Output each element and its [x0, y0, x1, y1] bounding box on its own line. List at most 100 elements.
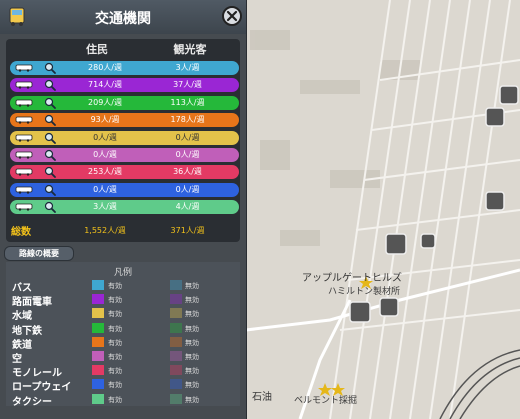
legend-active-text: 有効: [108, 353, 122, 361]
legend-item-label: 地下鉄: [12, 325, 42, 337]
transport-panel: 交通機関 住民 観光客 280人/週 3人/週 714人/週 37人/週 209人/週 1…: [0, 0, 247, 419]
legend-swatch-inactive: [170, 308, 182, 319]
transport-row-plane[interactable]: 0人/週 0人/週: [10, 148, 239, 162]
legend-inactive-text: 無効: [185, 353, 199, 361]
residents-value: 0人/週: [93, 132, 117, 142]
legend-item-label: タクシー: [12, 396, 52, 408]
legend-swatch-active: [92, 351, 104, 361]
legend-swatch-inactive: [170, 379, 182, 390]
total-tourists: 371人/週: [170, 226, 205, 235]
legend-inactive-text: 無効: [185, 310, 199, 319]
transport-row-metro[interactable]: 209人/週 113人/週: [10, 95, 239, 110]
transport-row-monorail[interactable]: 253人/週 36人/週: [10, 165, 239, 180]
transport-row-taxi[interactable]: 3人/週 4人/週: [10, 200, 239, 215]
transport-row-ship[interactable]: 0人/週 0人/週: [10, 130, 239, 145]
tourists-value: 178人/週: [170, 115, 205, 125]
monorail-icon: [15, 168, 33, 177]
residents-value: 3人/週: [93, 202, 117, 212]
residents-value: 714人/週: [88, 80, 122, 90]
legend-swatch-active: [92, 336, 104, 347]
legend-item-label: 空: [12, 354, 22, 365]
transport-row-tram[interactable]: 714人/週 37人/週: [10, 78, 239, 93]
magnifier-icon[interactable]: [44, 97, 56, 109]
map-facility-label: ハミルトン製材所: [328, 287, 401, 297]
legend-active-text: 有効: [108, 381, 122, 390]
legend-item-label: ロープウェイ: [12, 382, 72, 394]
close-button[interactable]: [222, 6, 242, 26]
legend-swatch-inactive: [170, 294, 182, 305]
legend-swatch-active: [92, 322, 104, 333]
map-stone-label: 石油: [252, 392, 272, 403]
plane-icon: [15, 151, 33, 159]
tourists-value: 4人/週: [175, 202, 200, 212]
legend-active-text: 有効: [108, 324, 122, 333]
legend-swatch-inactive: [170, 351, 182, 361]
legend-inactive-text: 無効: [185, 395, 199, 404]
residents-value: 93人/週: [90, 115, 120, 125]
magnifier-icon[interactable]: [44, 62, 56, 74]
legend-active-text: 有効: [108, 310, 122, 319]
magnifier-icon[interactable]: [44, 166, 56, 179]
legend-swatch-active: [92, 280, 104, 290]
metro-icon: [15, 99, 33, 107]
legend-inactive-text: 無効: [185, 324, 199, 333]
cablecar-icon: [15, 186, 33, 194]
magnifier-icon[interactable]: [44, 132, 56, 144]
legend-inactive-text: 無効: [185, 367, 199, 376]
magnifier-icon[interactable]: [44, 114, 56, 127]
tourists-value: 0人/週: [175, 184, 200, 194]
legend-swatch-inactive: [170, 280, 182, 290]
total-label: 総数: [11, 227, 31, 238]
legend-item-label: 水域: [12, 311, 32, 323]
magnifier-icon[interactable]: [44, 201, 56, 214]
tourists-value: 0人/週: [175, 132, 200, 142]
magnifier-icon[interactable]: [44, 149, 56, 161]
legend-item-label: モノレール: [12, 368, 62, 380]
residents-header: 住民: [86, 43, 108, 56]
map-quarry-label: ベルモント採掘: [294, 396, 358, 406]
transport-row-cablecar[interactable]: 0人/週 0人/週: [10, 182, 239, 197]
legend-swatch-inactive: [170, 336, 182, 347]
legend-swatch-active: [92, 308, 104, 319]
legend-swatch-active: [92, 379, 104, 390]
transport-row-bus[interactable]: 280人/週 3人/週: [10, 61, 239, 75]
legend-inactive-text: 無効: [185, 338, 199, 347]
bus-icon: [15, 64, 33, 72]
legend-active-text: 有効: [108, 367, 122, 376]
legend-title: 凡例: [113, 268, 132, 278]
tourists-value: 0人/週: [175, 150, 200, 159]
legend-swatch-active: [92, 365, 104, 376]
legend-swatch-active: [92, 294, 104, 305]
legend-active-text: 有効: [108, 338, 122, 347]
tourists-header: 観光客: [173, 43, 207, 56]
train-icon: [15, 116, 33, 124]
legend-swatch-inactive: [170, 322, 182, 333]
tourists-value: 113人/週: [170, 97, 205, 107]
legend-swatch-active: [92, 393, 104, 404]
legend-swatch-inactive: [170, 365, 182, 376]
total-residents: 1,552人/週: [84, 226, 126, 235]
legend-active-text: 有効: [108, 395, 122, 404]
legend-swatch-inactive: [170, 393, 182, 404]
tourists-value: 36人/週: [173, 167, 202, 177]
ship-icon: [15, 134, 33, 142]
tourists-value: 3人/週: [175, 63, 200, 72]
legend-inactive-text: 無効: [185, 381, 199, 390]
residents-value: 280人/週: [88, 63, 122, 72]
residents-value: 0人/週: [93, 150, 117, 159]
legend-inactive-text: 無効: [185, 282, 199, 290]
magnifier-icon[interactable]: [44, 184, 56, 196]
tourists-value: 37人/週: [173, 80, 202, 90]
taxi-icon: [15, 203, 33, 211]
legend-inactive-text: 無効: [185, 296, 199, 305]
legend-active-text: 有効: [108, 296, 122, 305]
legend-item-label: 鉄道: [12, 339, 32, 351]
legend-item-label: バス: [12, 283, 32, 294]
transport-row-train[interactable]: 93人/週 178人/週: [10, 113, 239, 128]
residents-value: 209人/週: [88, 97, 122, 107]
route-overview-button[interactable]: 路線の概要: [4, 246, 74, 261]
magnifier-icon[interactable]: [44, 79, 56, 92]
residents-value: 253人/週: [88, 167, 122, 177]
panel-title: 交通機関: [95, 11, 151, 27]
residents-value: 0人/週: [93, 184, 117, 194]
